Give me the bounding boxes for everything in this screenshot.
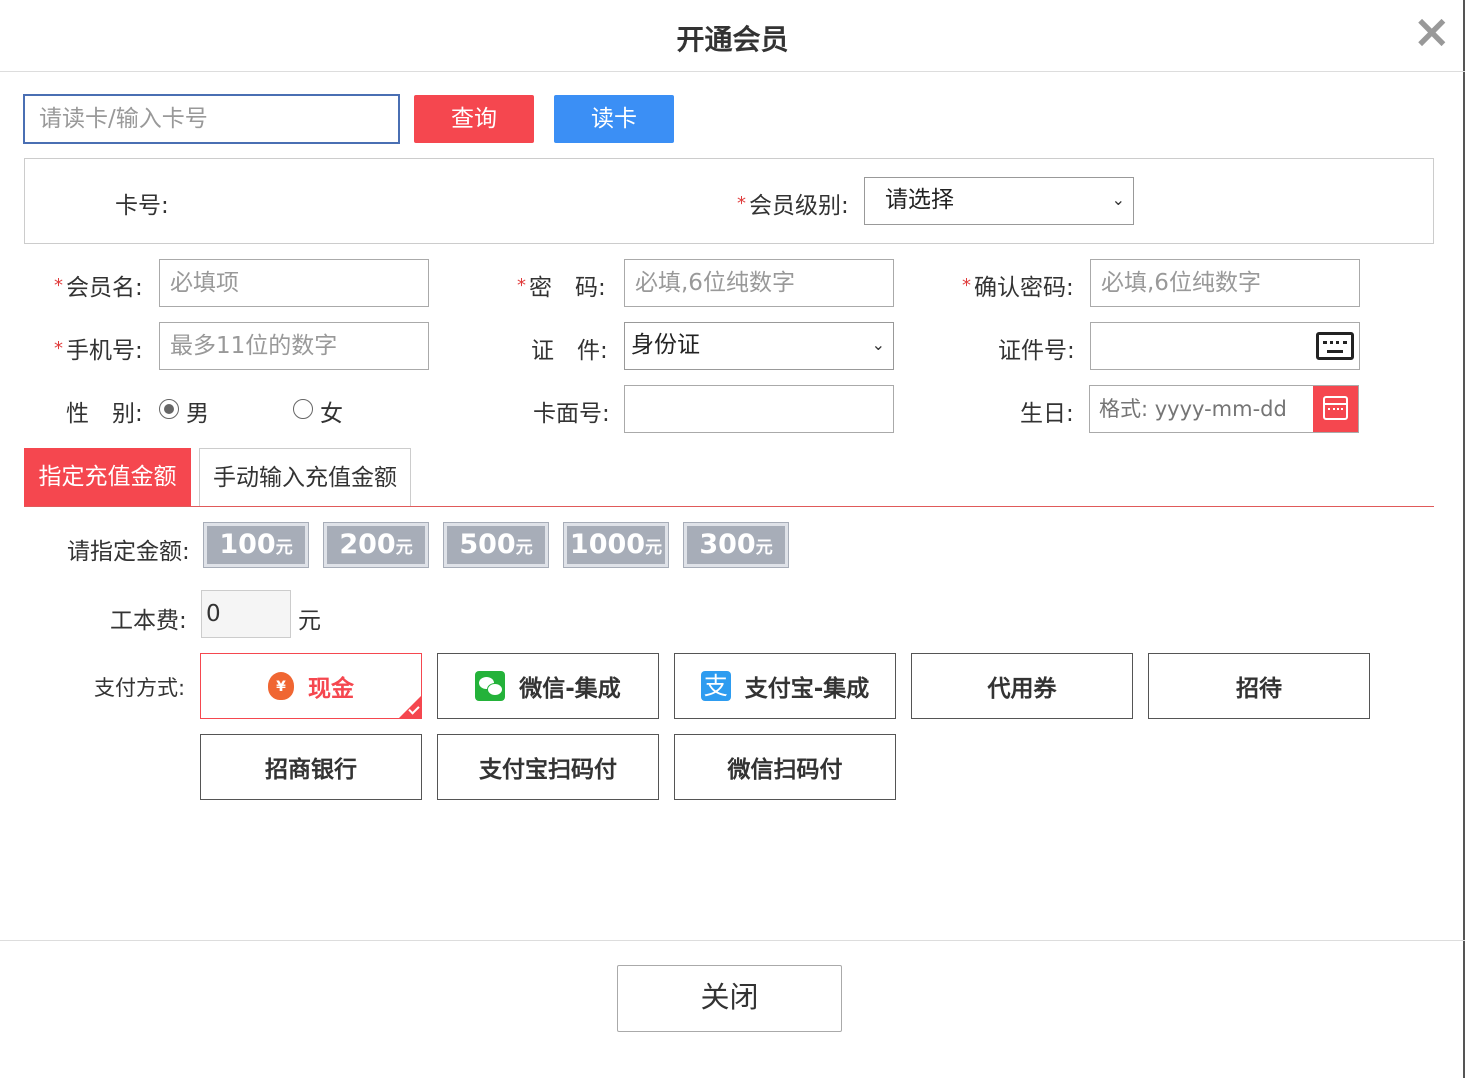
chevron-down-icon: ⌄ bbox=[871, 335, 885, 354]
card-face-label: 卡面号: bbox=[533, 401, 610, 427]
amount-button-200[interactable]: 200元 bbox=[323, 522, 429, 568]
amount-label: 请指定金额: bbox=[67, 539, 190, 565]
read-card-button[interactable]: 读卡 bbox=[554, 95, 674, 143]
fee-unit: 元 bbox=[298, 608, 321, 634]
amount-button-100[interactable]: 100元 bbox=[203, 522, 309, 568]
footer-divider bbox=[0, 940, 1465, 941]
gender-female-radio[interactable] bbox=[293, 399, 313, 419]
wechat-icon bbox=[475, 671, 506, 701]
payment-cash[interactable]: ¥ 现金 bbox=[200, 653, 422, 719]
amount-button-1000[interactable]: 1000元 bbox=[563, 522, 669, 568]
open-member-dialog: 开通会员 × 查询 读卡 卡号: *会员级别: 请选择⌄ *会员名: *密 码:… bbox=[0, 0, 1465, 1078]
payment-entertainment[interactable]: 招待 bbox=[1148, 653, 1370, 719]
alipay-icon: 支 bbox=[700, 671, 731, 701]
payment-label: 支付方式: bbox=[94, 676, 186, 700]
amount-button-500[interactable]: 500元 bbox=[443, 522, 549, 568]
member-level-select[interactable]: 请选择 ⌄ bbox=[864, 177, 1134, 225]
amount-button-300[interactable]: 300元 bbox=[683, 522, 789, 568]
card-no-label: 卡号: bbox=[115, 193, 169, 219]
keyboard-icon[interactable] bbox=[1316, 332, 1354, 360]
member-name-label: * 会员名: bbox=[54, 275, 143, 301]
calendar-button[interactable] bbox=[1313, 386, 1358, 432]
phone-label: * 手机号: bbox=[54, 338, 143, 364]
card-number-input[interactable] bbox=[23, 94, 400, 144]
password-input[interactable] bbox=[624, 259, 894, 307]
member-name-input[interactable] bbox=[159, 259, 429, 307]
id-number-input[interactable] bbox=[1090, 322, 1360, 370]
tab-divider bbox=[24, 506, 1434, 507]
payment-alipay-integrated[interactable]: 支 支付宝-集成 bbox=[674, 653, 896, 719]
gender-female-label: 女 bbox=[320, 401, 343, 427]
close-button[interactable]: 关闭 bbox=[617, 965, 842, 1032]
money-bag-icon: ¥ bbox=[268, 672, 294, 700]
confirm-password-input[interactable] bbox=[1090, 259, 1360, 307]
payment-wechat-integrated[interactable]: 微信-集成 bbox=[437, 653, 659, 719]
card-face-input[interactable] bbox=[624, 385, 894, 433]
dialog-header: 开通会员 × bbox=[0, 0, 1465, 72]
chevron-down-icon: ⌄ bbox=[1111, 190, 1125, 209]
birthday-label: 生日: bbox=[1020, 401, 1074, 427]
fee-label: 工本费: bbox=[110, 608, 187, 634]
phone-input[interactable] bbox=[159, 322, 429, 370]
query-button[interactable]: 查询 bbox=[414, 95, 534, 143]
dialog-title: 开通会员 bbox=[676, 23, 789, 56]
tab-fixed-amount[interactable]: 指定充值金额 bbox=[24, 448, 191, 506]
calendar-icon bbox=[1323, 396, 1348, 420]
card-info-box bbox=[24, 158, 1434, 244]
id-number-label: 证件号: bbox=[998, 338, 1075, 364]
birthday-input[interactable] bbox=[1090, 386, 1314, 432]
payment-cmb[interactable]: 招商银行 bbox=[200, 734, 422, 800]
fee-input[interactable] bbox=[201, 590, 291, 638]
tab-manual-amount[interactable]: 手动输入充值金额 bbox=[199, 448, 411, 506]
member-level-label: * 会员级别: bbox=[737, 193, 849, 219]
id-type-label: 证 件: bbox=[531, 338, 608, 364]
gender-male-label: 男 bbox=[186, 401, 209, 427]
close-icon[interactable]: × bbox=[1412, 8, 1451, 54]
payment-voucher[interactable]: 代用券 bbox=[911, 653, 1133, 719]
confirm-password-label: * 确认密码: bbox=[962, 275, 1074, 301]
selected-check-icon bbox=[399, 696, 421, 718]
gender-label: 性 别: bbox=[66, 401, 143, 427]
gender-male-radio[interactable] bbox=[159, 399, 179, 419]
id-type-select[interactable]: 身份证 ⌄ bbox=[624, 322, 894, 370]
payment-wechat-scan[interactable]: 微信扫码付 bbox=[674, 734, 896, 800]
payment-alipay-scan[interactable]: 支付宝扫码付 bbox=[437, 734, 659, 800]
password-label: * 密 码: bbox=[517, 275, 606, 301]
birthday-field bbox=[1089, 385, 1359, 433]
